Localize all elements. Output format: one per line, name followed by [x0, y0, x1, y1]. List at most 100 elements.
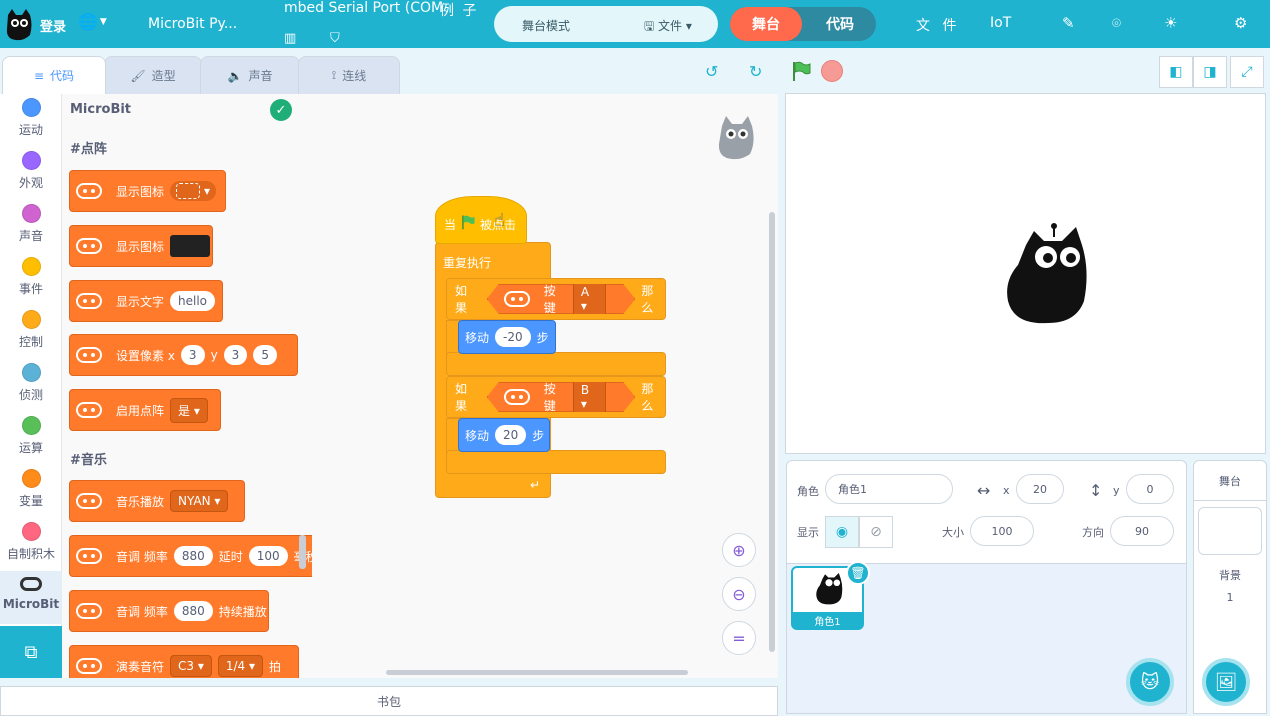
block-tone-delay[interactable]: 音调 频率 880 延时 100 毫秒	[69, 535, 312, 577]
button-dropdown-a[interactable]: A ▾	[573, 281, 606, 317]
button-pressed-condition[interactable]: 按键 A ▾	[487, 284, 636, 314]
iot-menu[interactable]: IoT	[990, 15, 1011, 31]
sprite-name-input[interactable]: 角色1	[825, 474, 953, 504]
backdrop-thumbnail[interactable]	[1198, 507, 1262, 555]
extension-bag-icon[interactable]: ⛉	[330, 31, 340, 46]
beat-dropdown[interactable]: 1/4 ▾	[217, 655, 264, 677]
enable-dropdown[interactable]: 是 ▾	[170, 397, 208, 423]
serial-port-label[interactable]: mbed Serial Port (COM	[284, 0, 443, 16]
normal-stage-layout-icon[interactable]: ◨	[1193, 56, 1227, 88]
tone-frequency-input[interactable]: 880	[173, 546, 213, 566]
if-block-b[interactable]: 如果 按键 B ▾ 那么	[446, 376, 666, 418]
examples-menu[interactable]: 例 子	[440, 0, 478, 20]
size-input[interactable]: 100	[970, 516, 1034, 546]
block-play-music[interactable]: 音乐播放 NYAN ▾	[69, 480, 245, 522]
lightbulb-icon[interactable]: ☀	[1164, 14, 1177, 32]
stage-code-toggle[interactable]: 舞台 代码	[730, 7, 876, 41]
move-steps-input[interactable]: -20	[495, 327, 531, 347]
category-sound[interactable]: 声音	[0, 200, 62, 253]
language-globe-icon[interactable]: 🌐 ▼	[78, 12, 107, 31]
icon-dropdown[interactable]: ▾	[170, 181, 217, 201]
gear-icon[interactable]: ⚙	[1234, 14, 1247, 32]
green-flag-icon[interactable]	[790, 60, 812, 82]
palette-scrollbar[interactable]	[299, 535, 306, 569]
block-set-pixel[interactable]: 设置像素 x 3 y 3 5	[69, 334, 298, 376]
category-looks[interactable]: 外观	[0, 147, 62, 200]
category-microbit[interactable]: MicroBit	[0, 571, 62, 624]
block-play-note[interactable]: 演奏音符 C3 ▾ 1/4 ▾ 拍	[69, 645, 299, 678]
add-extension-button[interactable]: ⧉	[0, 626, 62, 678]
small-stage-layout-icon[interactable]: ◧	[1159, 56, 1193, 88]
block-show-text[interactable]: 显示文字 hello	[69, 280, 223, 322]
show-sprite-eye-icon[interactable]: ◉	[825, 516, 859, 548]
button-pressed-condition[interactable]: 按键 B ▾	[487, 382, 636, 412]
zoom-reset-button[interactable]: =	[722, 621, 756, 655]
x-input[interactable]: 20	[1016, 474, 1064, 504]
camera-icon[interactable]: ⌾	[1112, 14, 1121, 32]
block-tone-continuous[interactable]: 音调 频率 880 持续播放	[69, 590, 269, 632]
y-input[interactable]: 0	[1126, 474, 1174, 504]
microbit-icon	[504, 389, 530, 405]
file-dropdown[interactable]: 🖫 文件 ▾	[644, 17, 692, 38]
category-my-blocks[interactable]: 自制积木	[0, 518, 62, 571]
device-chip-icon[interactable]: ▥	[284, 31, 296, 46]
code-toggle-button[interactable]: 代码	[804, 7, 876, 41]
note-dropdown[interactable]: C3 ▾	[170, 655, 212, 677]
undo-icon[interactable]: ↺	[705, 62, 718, 81]
button-dropdown-b[interactable]: B ▾	[573, 379, 606, 415]
workspace-vertical-scrollbar[interactable]	[769, 212, 775, 652]
category-sensing[interactable]: 侦测	[0, 359, 62, 412]
text-input[interactable]: hello	[170, 291, 216, 311]
direction-input[interactable]: 90	[1110, 516, 1174, 546]
category-events[interactable]: 事件	[0, 253, 62, 306]
microbit-icon	[76, 347, 102, 363]
pixel-brightness-input[interactable]: 5	[253, 345, 277, 365]
tone-frequency-input[interactable]: 880	[173, 601, 213, 621]
category-dot-icon	[21, 98, 41, 117]
tab-wiring[interactable]: ⟟ 连线	[298, 56, 400, 94]
led-matrix-icon[interactable]	[170, 235, 211, 257]
zoom-out-button[interactable]: ⊖	[722, 577, 756, 611]
tab-sounds[interactable]: 🔈 声音	[200, 56, 300, 94]
move-steps-input[interactable]: 20	[495, 425, 527, 445]
app-logo[interactable]	[4, 7, 34, 41]
tab-costumes[interactable]: 🖌 造型	[104, 56, 202, 94]
sprite-label: 角色	[797, 485, 819, 498]
workspace-horizontal-scrollbar[interactable]	[386, 670, 688, 675]
move-block-2[interactable]: 移动 20 步	[458, 418, 550, 452]
block-enable-matrix[interactable]: 启用点阵 是 ▾	[69, 389, 221, 431]
stage-toggle-button[interactable]: 舞台	[730, 7, 802, 41]
pixel-x-input[interactable]: 3	[180, 345, 205, 365]
pencil-icon[interactable]: ✎	[1062, 14, 1075, 32]
mode-selector[interactable]: 舞台模式 🖫 文件 ▾	[494, 6, 718, 42]
backpack-bar[interactable]: 书包	[0, 686, 778, 716]
category-control[interactable]: 控制	[0, 306, 62, 359]
block-show-image[interactable]: 显示图标	[69, 225, 213, 267]
pixel-y-input[interactable]: 3	[223, 345, 248, 365]
if-block-a[interactable]: 如果 按键 A ▾ 那么	[446, 278, 666, 320]
redo-icon[interactable]: ↻	[749, 62, 762, 81]
zoom-in-button[interactable]: ⊕	[722, 533, 756, 567]
category-motion[interactable]: 运动	[0, 94, 62, 147]
add-backdrop-button[interactable]: 🖼	[1202, 658, 1250, 706]
hide-sprite-eye-icon[interactable]: ⊘	[859, 516, 893, 548]
project-name[interactable]: MicroBit Py...	[148, 16, 237, 32]
delete-sprite-trash-icon[interactable]: 🗑	[846, 561, 870, 585]
block-palette[interactable]: MicroBit ✓ #点阵 显示图标 ▾ 显示图标 显示文字 hello 设置…	[62, 94, 312, 678]
cat-sprite[interactable]	[1004, 221, 1088, 325]
stage-mode-label[interactable]: 舞台模式	[522, 17, 570, 34]
fullscreen-icon[interactable]: ⤢	[1230, 56, 1264, 88]
when-flag-clicked-block[interactable]: 当 被点击	[435, 196, 527, 244]
add-sprite-button[interactable]: 🐱	[1126, 658, 1174, 706]
music-dropdown[interactable]: NYAN ▾	[170, 490, 229, 512]
category-operators[interactable]: 运算	[0, 412, 62, 465]
login-button[interactable]: 登录	[40, 16, 66, 35]
file-menu[interactable]: 文 件	[916, 15, 960, 35]
stop-button[interactable]	[821, 60, 843, 82]
tone-delay-input[interactable]: 100	[248, 546, 288, 566]
tab-code[interactable]: ≡ 代码	[2, 56, 106, 94]
move-block-1[interactable]: 移动 -20 步	[458, 320, 556, 354]
category-variables[interactable]: 变量	[0, 465, 62, 518]
connected-check-icon[interactable]: ✓	[270, 99, 292, 121]
block-show-icon[interactable]: 显示图标 ▾	[69, 170, 226, 212]
